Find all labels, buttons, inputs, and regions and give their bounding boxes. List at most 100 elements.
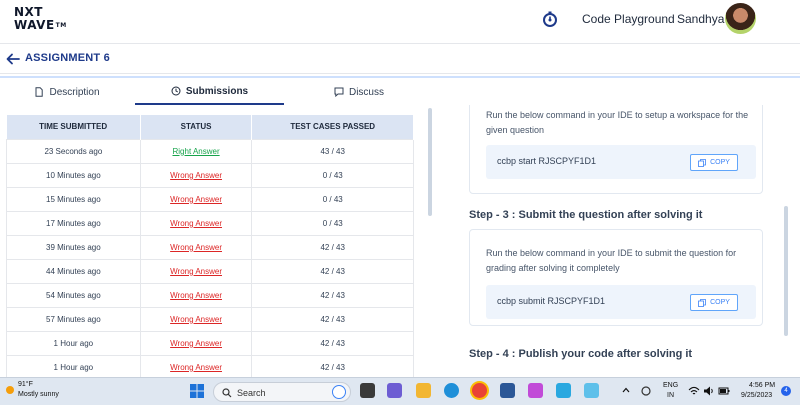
stopwatch-icon[interactable] <box>541 10 559 28</box>
store-icon[interactable] <box>500 383 515 398</box>
tab-discuss-label: Discuss <box>348 86 384 98</box>
table-row[interactable]: 39 Minutes ago Wrong Answer 42 / 43 <box>6 234 414 260</box>
taskbar-search-box[interactable]: Search <box>213 382 351 402</box>
volume-icon[interactable] <box>703 385 715 397</box>
app-icon[interactable] <box>556 383 571 398</box>
col-test-cases: TEST CASES PASSED <box>251 115 414 139</box>
cell-time: 10 Minutes ago <box>6 162 141 188</box>
copy-icon <box>698 158 706 167</box>
avatar[interactable] <box>725 3 756 34</box>
file-explorer-icon[interactable] <box>416 383 431 398</box>
taskbar: 91°F Mostly sunny Search ENG IN 4:56 PM … <box>0 377 800 405</box>
cell-time: 17 Minutes ago <box>6 210 141 236</box>
cell-passed: 42 / 43 <box>251 354 414 377</box>
cell-time: 23 Seconds ago <box>6 138 141 164</box>
search-icon <box>222 388 232 398</box>
col-time-submitted: TIME SUBMITTED <box>6 115 141 139</box>
cell-status[interactable]: Wrong Answer <box>139 282 253 308</box>
cell-time: 39 Minutes ago <box>6 234 141 260</box>
notification-badge[interactable]: 4 <box>781 386 791 396</box>
setup-description: Run the below command in your IDE to set… <box>486 110 749 135</box>
windows-start-icon[interactable] <box>190 384 204 398</box>
cell-status[interactable]: Wrong Answer <box>139 234 253 260</box>
weather-description[interactable]: Mostly sunny <box>18 391 59 398</box>
tab-description[interactable]: Description <box>0 79 134 105</box>
table-row[interactable]: 44 Minutes ago Wrong Answer 42 / 43 <box>6 258 414 284</box>
cell-time: 15 Minutes ago <box>6 186 141 212</box>
setup-card: Run the below command in your IDE to set… <box>469 105 763 194</box>
app-header: NXT WAVETM Code Playground Sandhya <box>0 0 800 44</box>
cell-passed: 42 / 43 <box>251 306 414 332</box>
submit-command: ccbp submit RJSCPYF1D1 <box>497 296 606 306</box>
chrome-icon[interactable] <box>472 383 487 398</box>
nxtwave-logo[interactable]: NXT WAVETM <box>14 6 74 38</box>
code-playground-link[interactable]: Code Playground <box>582 12 675 26</box>
setup-command: ccbp start RJSCPYF1D1 <box>497 156 597 166</box>
instructions-panel: Run the below command in your IDE to set… <box>455 105 800 377</box>
left-scrollbar[interactable] <box>428 108 432 216</box>
table-row[interactable]: 1 Hour ago Wrong Answer 42 / 43 <box>6 354 414 377</box>
clock-time[interactable]: 4:56 PM <box>749 382 775 389</box>
cell-time: 54 Minutes ago <box>6 282 141 308</box>
table-row[interactable]: 10 Minutes ago Wrong Answer 0 / 43 <box>6 162 414 188</box>
cell-status[interactable]: Wrong Answer <box>139 354 253 377</box>
table-row[interactable]: 1 Hour ago Wrong Answer 42 / 43 <box>6 330 414 356</box>
cell-status[interactable]: Right Answer <box>139 138 253 164</box>
back-arrow-icon[interactable] <box>6 53 20 65</box>
copy-submit-button[interactable]: COPY <box>690 294 738 311</box>
notepad-icon[interactable] <box>584 383 599 398</box>
submissions-table: TIME SUBMITTED STATUS TEST CASES PASSED … <box>6 115 414 377</box>
submit-command-box: ccbp submit RJSCPYF1D1 COPY <box>486 285 756 319</box>
title-divider <box>0 76 800 78</box>
search-label: Search <box>237 388 266 398</box>
submissions-table-container: TIME SUBMITTED STATUS TEST CASES PASSED … <box>6 115 414 377</box>
cell-passed: 42 / 43 <box>251 234 414 260</box>
weather-temperature[interactable]: 91°F <box>18 381 33 388</box>
setup-command-box: ccbp start RJSCPYF1D1 COPY <box>486 145 756 179</box>
table-row[interactable]: 17 Minutes ago Wrong Answer 0 / 43 <box>6 210 414 236</box>
logo-line2: WAVETM <box>14 18 67 32</box>
step-4-title: Step - 4 : Publish your code after solvi… <box>469 348 693 360</box>
cell-status[interactable]: Wrong Answer <box>139 210 253 236</box>
assignment-titlebar: ASSIGNMENT 6 <box>0 44 800 74</box>
sun-icon[interactable] <box>4 384 16 396</box>
cell-time: 57 Minutes ago <box>6 306 141 332</box>
user-name[interactable]: Sandhya <box>677 12 724 26</box>
cell-passed: 0 / 43 <box>251 162 414 188</box>
cell-passed: 0 / 43 <box>251 210 414 236</box>
sync-icon[interactable] <box>640 385 652 397</box>
region-indicator[interactable]: IN <box>667 392 674 399</box>
clock-date[interactable]: 9/25/2023 <box>741 392 772 399</box>
cell-status[interactable]: Wrong Answer <box>139 162 253 188</box>
cell-time: 44 Minutes ago <box>6 258 141 284</box>
tab-submissions-label: Submissions <box>185 85 249 97</box>
submit-card: Run the below command in your IDE to sub… <box>469 229 763 326</box>
table-row[interactable]: 23 Seconds ago Right Answer 43 / 43 <box>6 138 414 164</box>
bing-icon[interactable] <box>332 385 346 399</box>
table-row[interactable]: 15 Minutes ago Wrong Answer 0 / 43 <box>6 186 414 212</box>
language-indicator[interactable]: ENG <box>663 382 678 389</box>
battery-icon[interactable] <box>718 385 730 397</box>
tab-discuss[interactable]: Discuss <box>285 79 433 105</box>
app-icon[interactable] <box>528 383 543 398</box>
cell-status[interactable]: Wrong Answer <box>139 186 253 212</box>
wifi-icon[interactable] <box>688 385 700 397</box>
right-scrollbar[interactable] <box>784 206 788 336</box>
cell-status[interactable]: Wrong Answer <box>139 258 253 284</box>
tab-submissions[interactable]: Submissions <box>135 79 284 105</box>
cell-time: 1 Hour ago <box>6 354 141 377</box>
teams-chat-icon[interactable] <box>387 383 402 398</box>
cell-status[interactable]: Wrong Answer <box>139 330 253 356</box>
copy-setup-button[interactable]: COPY <box>690 154 738 171</box>
cell-passed: 42 / 43 <box>251 282 414 308</box>
step-3-title: Step - 3 : Submit the question after sol… <box>469 209 703 221</box>
chevron-up-icon[interactable] <box>621 385 631 395</box>
cell-passed: 42 / 43 <box>251 330 414 356</box>
table-row[interactable]: 57 Minutes ago Wrong Answer 42 / 43 <box>6 306 414 332</box>
task-view-icon[interactable] <box>360 383 375 398</box>
edge-browser-icon[interactable] <box>444 383 459 398</box>
copy-label: COPY <box>710 159 730 166</box>
chat-icon <box>334 87 344 97</box>
table-row[interactable]: 54 Minutes ago Wrong Answer 42 / 43 <box>6 282 414 308</box>
cell-status[interactable]: Wrong Answer <box>139 306 253 332</box>
